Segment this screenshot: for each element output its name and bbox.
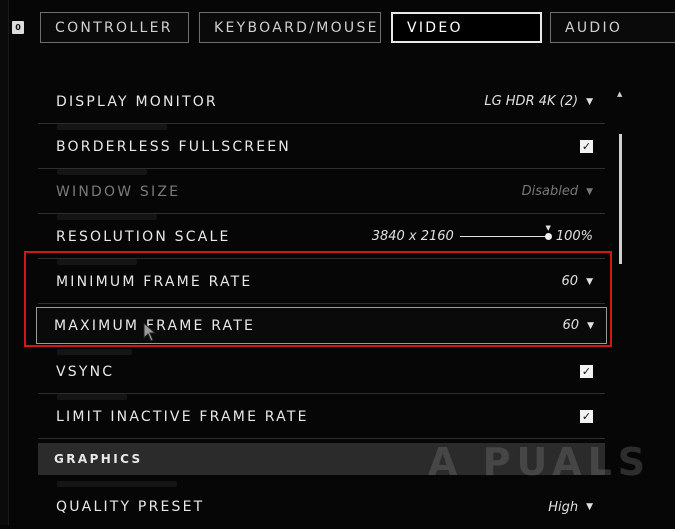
slider-track [459, 235, 550, 237]
scroll-thumb[interactable] [619, 134, 622, 264]
setting-label: WINDOW SIZE [56, 183, 181, 200]
dropdown-value: LG HDR 4K (2) [484, 94, 579, 109]
setting-borderless-fullscreen[interactable]: BORDERLESS FULLSCREEN ✓ [38, 125, 605, 169]
setting-label: BORDERLESS FULLSCREEN [56, 138, 291, 155]
setting-display-monitor[interactable]: DISPLAY MONITOR LG HDR 4K (2) ▼ [38, 80, 605, 124]
dropdown[interactable]: LG HDR 4K (2) ▼ [484, 94, 593, 109]
dropdown: Disabled ▼ [522, 184, 593, 199]
tab-video[interactable]: VIDEO [391, 12, 542, 43]
setting-label: LIMIT INACTIVE FRAME RATE [56, 408, 309, 425]
setting-label: RESOLUTION SCALE [56, 228, 231, 245]
dropdown[interactable]: High ▼ [548, 500, 593, 515]
slider-marker-icon: ▼ [545, 223, 551, 232]
setting-window-size: WINDOW SIZE Disabled ▼ [38, 170, 605, 214]
caret-down-icon: ▼ [586, 96, 593, 107]
resolution-percent: 100% [555, 229, 593, 244]
dropdown-value: Disabled [521, 184, 579, 199]
key-hint-badge: 0 [12, 21, 24, 34]
slider-thumb[interactable] [544, 232, 552, 240]
setting-vsync[interactable]: VSYNC ✓ [38, 350, 605, 394]
setting-label: VSYNC [56, 363, 115, 380]
checkbox[interactable]: ✓ [580, 410, 593, 423]
tab-audio[interactable]: AUDIO [550, 12, 675, 43]
dropdown-value: High [548, 499, 579, 515]
setting-limit-inactive-frame-rate[interactable]: LIMIT INACTIVE FRAME RATE ✓ [38, 395, 605, 439]
tab-keyboard-mouse[interactable]: KEYBOARD/MOUSE [199, 12, 381, 43]
caret-down-icon: ▼ [586, 502, 593, 512]
checkbox[interactable]: ✓ [580, 140, 593, 153]
scroll-up-icon[interactable]: ▲ [617, 90, 622, 98]
resolution-value: 3840 x 2160 [371, 229, 454, 244]
caret-down-icon: ▼ [586, 186, 593, 197]
resolution-slider[interactable]: ▼ [459, 224, 552, 244]
setting-label: QUALITY PRESET [56, 499, 205, 515]
mouse-cursor-icon [143, 322, 157, 342]
highlight-box [24, 251, 612, 347]
section-title: GRAPHICS [54, 452, 143, 466]
checkbox[interactable]: ✓ [580, 365, 593, 378]
resolution-slider-group: 3840 x 2160 ▼ 100% [371, 224, 593, 245]
watermark-logo: A PUALS [428, 440, 652, 484]
setting-label: DISPLAY MONITOR [56, 93, 218, 110]
tab-controller[interactable]: CONTROLLER [40, 12, 189, 43]
left-rail [0, 0, 9, 525]
setting-quality-preset[interactable]: QUALITY PRESET High ▼ [38, 485, 605, 529]
